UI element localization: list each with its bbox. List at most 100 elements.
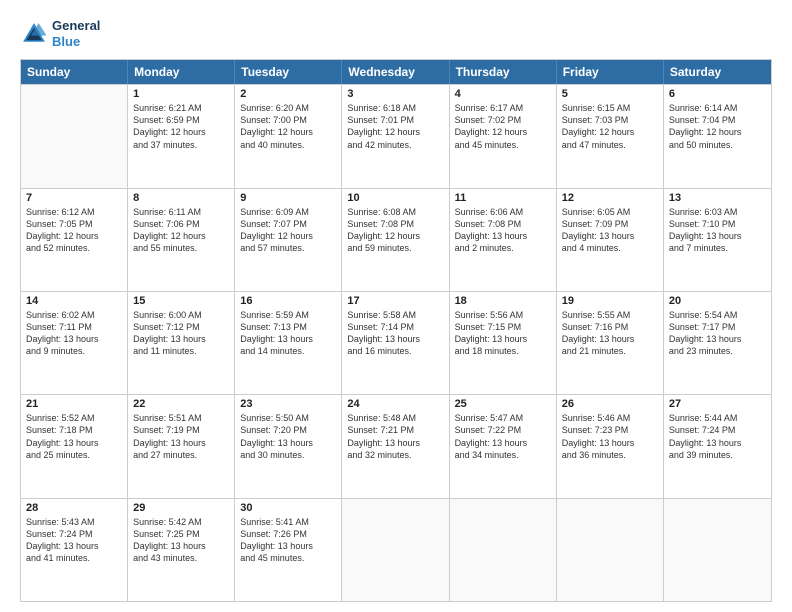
cell-info-line: Sunrise: 6:05 AM bbox=[562, 206, 658, 218]
header: General Blue bbox=[20, 18, 772, 49]
day-number: 21 bbox=[26, 398, 122, 410]
cell-info-line: Sunset: 7:00 PM bbox=[240, 114, 336, 126]
cell-info-line: Sunrise: 5:48 AM bbox=[347, 412, 443, 424]
calendar-cell: 20 Sunrise: 5:54 AMSunset: 7:17 PMDayligh… bbox=[664, 292, 771, 394]
calendar-cell: 12Sunrise: 6:05 AMSunset: 7:09 PMDayligh… bbox=[557, 189, 664, 291]
cell-info-line: and 23 minutes. bbox=[669, 345, 766, 357]
cell-info-line: Sunset: 7:10 PM bbox=[669, 218, 766, 230]
day-number: 7 bbox=[26, 192, 122, 204]
day-number: 19 bbox=[562, 295, 658, 307]
cell-info-line: Sunset: 7:17 PM bbox=[669, 321, 766, 333]
cell-info-line: Sunset: 7:14 PM bbox=[347, 321, 443, 333]
calendar-cell: 28Sunrise: 5:43 AMSunset: 7:24 PMDayligh… bbox=[21, 499, 128, 601]
cell-info-line: and 16 minutes. bbox=[347, 345, 443, 357]
calendar-week-row: 14Sunrise: 6:02 AMSunset: 7:11 PMDayligh… bbox=[21, 291, 771, 394]
day-number: 4 bbox=[455, 88, 551, 100]
calendar-cell: 26Sunrise: 5:46 AMSunset: 7:23 PMDayligh… bbox=[557, 395, 664, 497]
cell-info-line: Daylight: 13 hours bbox=[133, 333, 229, 345]
page: General Blue SundayMondayTuesdayWednesda… bbox=[0, 0, 792, 612]
cell-info-line: Sunrise: 5:54 AM bbox=[669, 309, 766, 321]
cell-info-line: and 25 minutes. bbox=[26, 449, 122, 461]
cell-info-line: Daylight: 13 hours bbox=[562, 230, 658, 242]
cell-info-line: Sunset: 7:21 PM bbox=[347, 424, 443, 436]
day-number: 1 bbox=[133, 88, 229, 100]
cell-info-line: and 45 minutes. bbox=[240, 552, 336, 564]
logo-icon bbox=[20, 20, 48, 48]
cell-info-line: Daylight: 12 hours bbox=[347, 230, 443, 242]
cell-info-line: and 39 minutes. bbox=[669, 449, 766, 461]
cell-info-line: and 11 minutes. bbox=[133, 345, 229, 357]
cell-info-line: Sunrise: 5:42 AM bbox=[133, 516, 229, 528]
cell-info-line: Sunset: 7:26 PM bbox=[240, 528, 336, 540]
cell-info-line: Daylight: 13 hours bbox=[240, 333, 336, 345]
cell-info-line: Sunset: 7:07 PM bbox=[240, 218, 336, 230]
day-number: 2 bbox=[240, 88, 336, 100]
cell-info-line: Daylight: 13 hours bbox=[240, 540, 336, 552]
cell-info-line: and 43 minutes. bbox=[133, 552, 229, 564]
cell-info-line: Sunset: 7:05 PM bbox=[26, 218, 122, 230]
cell-info-line: and 18 minutes. bbox=[455, 345, 551, 357]
cell-info-line: and 9 minutes. bbox=[26, 345, 122, 357]
day-number: 10 bbox=[347, 192, 443, 204]
calendar-cell: 3Sunrise: 6:18 AMSunset: 7:01 PMDaylight… bbox=[342, 85, 449, 187]
cell-info-line: and 45 minutes. bbox=[455, 139, 551, 151]
weekday-header: Saturday bbox=[664, 60, 771, 84]
cell-info-line: Sunset: 7:08 PM bbox=[455, 218, 551, 230]
cell-info-line: Sunrise: 6:09 AM bbox=[240, 206, 336, 218]
day-number: 28 bbox=[26, 502, 122, 514]
cell-info-line: and 30 minutes. bbox=[240, 449, 336, 461]
calendar-cell: 4Sunrise: 6:17 AMSunset: 7:02 PMDaylight… bbox=[450, 85, 557, 187]
cell-info-line: Daylight: 13 hours bbox=[133, 540, 229, 552]
calendar-cell: 18Sunrise: 5:56 AMSunset: 7:15 PMDayligh… bbox=[450, 292, 557, 394]
cell-info-line: and 57 minutes. bbox=[240, 242, 336, 254]
day-number: 13 bbox=[669, 192, 766, 204]
calendar-cell: 6Sunrise: 6:14 AMSunset: 7:04 PMDaylight… bbox=[664, 85, 771, 187]
cell-info-line: Daylight: 13 hours bbox=[455, 437, 551, 449]
calendar-cell: 15Sunrise: 6:00 AMSunset: 7:12 PMDayligh… bbox=[128, 292, 235, 394]
calendar-week-row: 7 Sunrise: 6:12 AMSunset: 7:05 PM Daylight… bbox=[21, 188, 771, 291]
calendar-cell: 7Sunrise: 6:12 AMSunset: 7:05 PMDaylight… bbox=[21, 189, 128, 291]
cell-info-line: Sunrise: 5:58 AM bbox=[347, 309, 443, 321]
calendar-cell: 24Sunrise: 5:48 AMSunset: 7:21 PMDayligh… bbox=[342, 395, 449, 497]
calendar-cell: 23Sunrise: 5:50 AMSunset: 7:20 PMDayligh… bbox=[235, 395, 342, 497]
cell-info-line: Sunrise: 5:51 AM bbox=[133, 412, 229, 424]
cell-info-line: and 50 minutes. bbox=[669, 139, 766, 151]
cell-info-line: Sunset: 7:12 PM bbox=[133, 321, 229, 333]
day-number: 9 bbox=[240, 192, 336, 204]
day-number: 17 bbox=[347, 295, 443, 307]
calendar-cell: 16Sunrise: 5:59 AMSunset: 7:13 PMDayligh… bbox=[235, 292, 342, 394]
cell-info-line: Daylight: 13 hours bbox=[669, 437, 766, 449]
day-number: 18 bbox=[455, 295, 551, 307]
cell-info-line: Sunrise: 5:41 AM bbox=[240, 516, 336, 528]
weekday-header: Sunday bbox=[21, 60, 128, 84]
cell-info-line: Sunset: 7:20 PM bbox=[240, 424, 336, 436]
cell-info-line: and 40 minutes. bbox=[240, 139, 336, 151]
cell-info-line: Sunrise: 5:43 AM bbox=[26, 516, 122, 528]
day-number: 6 bbox=[669, 88, 766, 100]
cell-info-line: Sunrise: 5:46 AM bbox=[562, 412, 658, 424]
day-number: 24 bbox=[347, 398, 443, 410]
cell-info-line: Sunset: 7:25 PM bbox=[133, 528, 229, 540]
cell-info-line: Sunrise: 6:17 AM bbox=[455, 102, 551, 114]
cell-info-line: Sunrise: 5:55 AM bbox=[562, 309, 658, 321]
cell-info-line: Sunset: 7:24 PM bbox=[26, 528, 122, 540]
cell-info-line: Sunrise: 5:56 AM bbox=[455, 309, 551, 321]
day-number: 12 bbox=[562, 192, 658, 204]
cell-info-line: and 36 minutes. bbox=[562, 449, 658, 461]
cell-info-line: Sunset: 7:16 PM bbox=[562, 321, 658, 333]
day-number: 20 bbox=[669, 295, 766, 307]
cell-info-line: Sunset: 7:23 PM bbox=[562, 424, 658, 436]
cell-info-line: Daylight: 13 hours bbox=[669, 333, 766, 345]
cell-info-line: Sunset: 7:19 PM bbox=[133, 424, 229, 436]
cell-info-line: Daylight: 12 hours bbox=[347, 126, 443, 138]
cell-info-line: Sunrise: 6:12 AM bbox=[26, 206, 122, 218]
cell-info-line: Sunset: 7:03 PM bbox=[562, 114, 658, 126]
cell-info-line: Daylight: 13 hours bbox=[455, 333, 551, 345]
cell-info-line: Sunrise: 6:21 AM bbox=[133, 102, 229, 114]
day-number: 14 bbox=[26, 295, 122, 307]
calendar-cell bbox=[450, 499, 557, 601]
weekday-header: Monday bbox=[128, 60, 235, 84]
calendar-cell: 1Sunrise: 6:21 AMSunset: 6:59 PMDaylight… bbox=[128, 85, 235, 187]
cell-info-line: Sunrise: 6:02 AM bbox=[26, 309, 122, 321]
weekday-header: Friday bbox=[557, 60, 664, 84]
